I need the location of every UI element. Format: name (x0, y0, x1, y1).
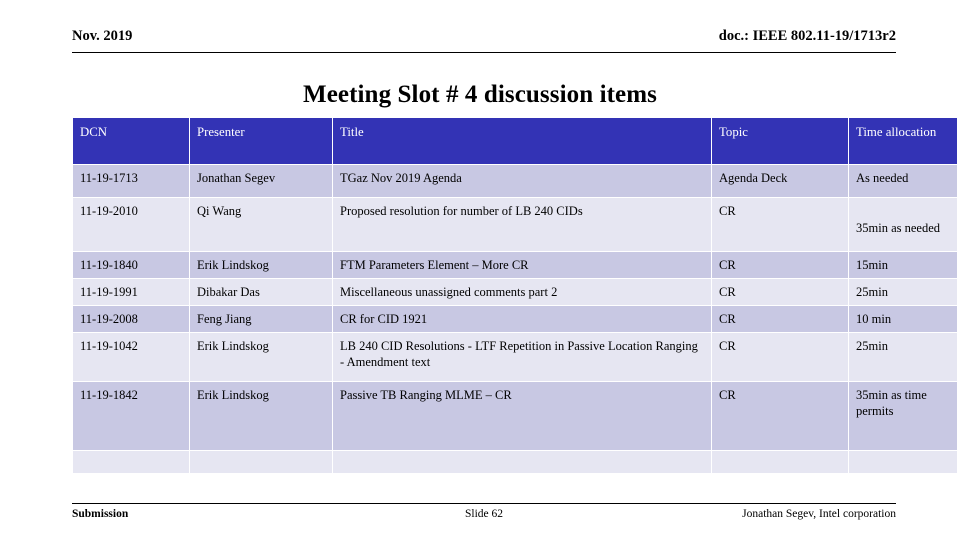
cell-presenter: Erik Lindskog (190, 333, 332, 381)
table-row[interactable]: 11-19-1840 Erik Lindskog FTM Parameters … (73, 252, 957, 278)
cell-title: LB 240 CID Resolutions - LTF Repetition … (333, 333, 711, 381)
column-header-title[interactable]: Title (333, 118, 711, 164)
cell-presenter: Qi Wang (190, 198, 332, 251)
column-header-topic[interactable]: Topic (712, 118, 848, 164)
table-header-row: DCN Presenter Title Topic Time allocatio… (73, 118, 957, 164)
table-row[interactable]: 11-19-1991 Dibakar Das Miscellaneous una… (73, 279, 957, 305)
cell-topic: CR (712, 382, 848, 450)
cell-presenter: Erik Lindskog (190, 252, 332, 278)
cell-time: 15min (849, 252, 957, 278)
column-header-time-allocation[interactable]: Time allocation (849, 118, 957, 164)
cell-topic: CR (712, 333, 848, 381)
cell-title: FTM Parameters Element – More CR (333, 252, 711, 278)
cell-topic: CR (712, 306, 848, 332)
header-date: Nov. 2019 (72, 28, 133, 44)
cell-time: 10 min (849, 306, 957, 332)
cell-dcn: 11-19-1842 (73, 382, 189, 450)
footer-slide-number: Slide 62 (464, 508, 503, 520)
table-row-empty[interactable] (73, 451, 957, 473)
column-header-dcn[interactable]: DCN (73, 118, 189, 164)
cell-dcn (73, 451, 189, 473)
agenda-table: DCN Presenter Title Topic Time allocatio… (72, 117, 958, 474)
footer-author: Jonathan Segev, Intel corporation (742, 508, 896, 520)
cell-time: 25min (849, 333, 957, 381)
table-header: DCN Presenter Title Topic Time allocatio… (73, 118, 957, 164)
cell-presenter: Jonathan Segev (190, 165, 332, 197)
cell-dcn: 11-19-1840 (73, 252, 189, 278)
cell-topic: CR (712, 279, 848, 305)
slide-footer: Submission Slide 62 Jonathan Segev, Inte… (72, 503, 896, 520)
cell-time: As needed (849, 165, 957, 197)
table-row[interactable]: 11-19-2010 Qi Wang Proposed resolution f… (73, 198, 957, 251)
cell-title: CR for CID 1921 (333, 306, 711, 332)
cell-title (333, 451, 711, 473)
cell-topic: CR (712, 252, 848, 278)
cell-presenter: Erik Lindskog (190, 382, 332, 450)
cell-topic: Agenda Deck (712, 165, 848, 197)
cell-time (849, 451, 957, 473)
table-body: 11-19-1713 Jonathan Segev TGaz Nov 2019 … (73, 165, 957, 473)
column-header-presenter[interactable]: Presenter (190, 118, 332, 164)
cell-presenter: Dibakar Das (190, 279, 332, 305)
cell-topic: CR (712, 198, 848, 251)
cell-time: 35min as time permits (849, 382, 957, 450)
cell-dcn: 11-19-1042 (73, 333, 189, 381)
cell-title: TGaz Nov 2019 Agenda (333, 165, 711, 197)
cell-dcn: 11-19-2010 (73, 198, 189, 251)
cell-topic (712, 451, 848, 473)
table-row[interactable]: 11-19-1842 Erik Lindskog Passive TB Rang… (73, 382, 957, 450)
cell-dcn: 11-19-2008 (73, 306, 189, 332)
cell-title: Passive TB Ranging MLME – CR (333, 382, 711, 450)
slide-header: Nov. 2019 doc.: IEEE 802.11-19/1713r2 (72, 28, 896, 53)
cell-title: Proposed resolution for number of LB 240… (333, 198, 711, 251)
cell-dcn: 11-19-1991 (73, 279, 189, 305)
agenda-table-container: DCN Presenter Title Topic Time allocatio… (72, 117, 958, 474)
cell-time: 35min as needed (849, 198, 957, 251)
table-row[interactable]: 11-19-2008 Feng Jiang CR for CID 1921 CR… (73, 306, 957, 332)
table-row[interactable]: 11-19-1713 Jonathan Segev TGaz Nov 2019 … (73, 165, 957, 197)
table-row[interactable]: 11-19-1042 Erik Lindskog LB 240 CID Reso… (73, 333, 957, 381)
footer-submission-label: Submission (72, 508, 129, 520)
cell-time: 25min (849, 279, 957, 305)
cell-dcn: 11-19-1713 (73, 165, 189, 197)
page-title: Meeting Slot # 4 discussion items (303, 81, 657, 108)
cell-title: Miscellaneous unassigned comments part 2 (333, 279, 711, 305)
header-doc-number: doc.: IEEE 802.11-19/1713r2 (718, 28, 896, 44)
cell-presenter (190, 451, 332, 473)
cell-presenter: Feng Jiang (190, 306, 332, 332)
